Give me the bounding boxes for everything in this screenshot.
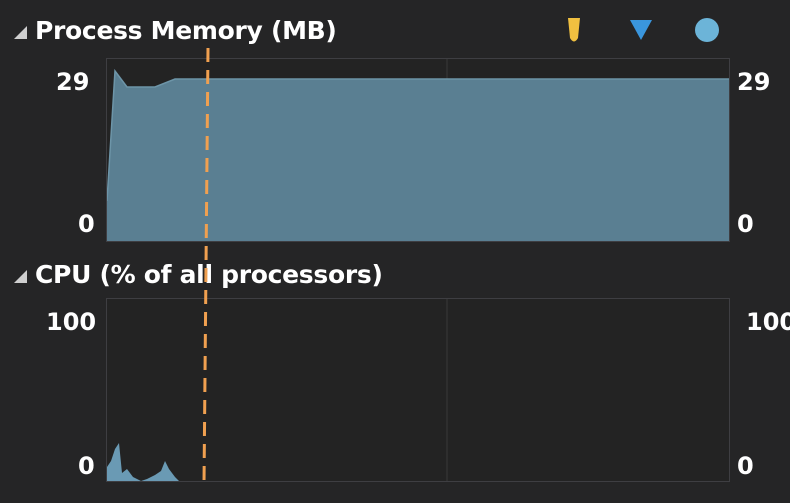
- event-marker-icon[interactable]: [695, 18, 719, 42]
- cpu-area-series: [107, 443, 179, 481]
- diagnostics-tool-window: Process Memory (MB) 29 0 29 0 CPU (% of …: [0, 0, 790, 503]
- collapse-triangle-icon[interactable]: [14, 25, 27, 39]
- snapshot-marker-icon[interactable]: [568, 18, 580, 42]
- gc-marker-icon[interactable]: [630, 20, 652, 40]
- cpu-y-min-right: 0: [737, 452, 754, 480]
- legend-icons: [568, 18, 719, 42]
- memory-y-min-left: 0: [78, 210, 95, 238]
- current-time-marker[interactable]: [200, 48, 214, 484]
- cpu-y-min-left: 0: [78, 452, 95, 480]
- cpu-y-max-left: 100: [46, 308, 97, 336]
- memory-section-title: Process Memory (MB): [35, 15, 337, 45]
- collapse-triangle-icon[interactable]: [14, 269, 27, 283]
- cpu-y-max-right: 100: [746, 308, 790, 336]
- memory-section-header[interactable]: Process Memory (MB): [14, 12, 337, 48]
- memory-y-max-right: 29: [737, 68, 771, 96]
- memory-y-min-right: 0: [737, 210, 754, 238]
- cpu-section-header[interactable]: CPU (% of all processors): [14, 256, 383, 292]
- memory-y-max-left: 29: [56, 68, 90, 96]
